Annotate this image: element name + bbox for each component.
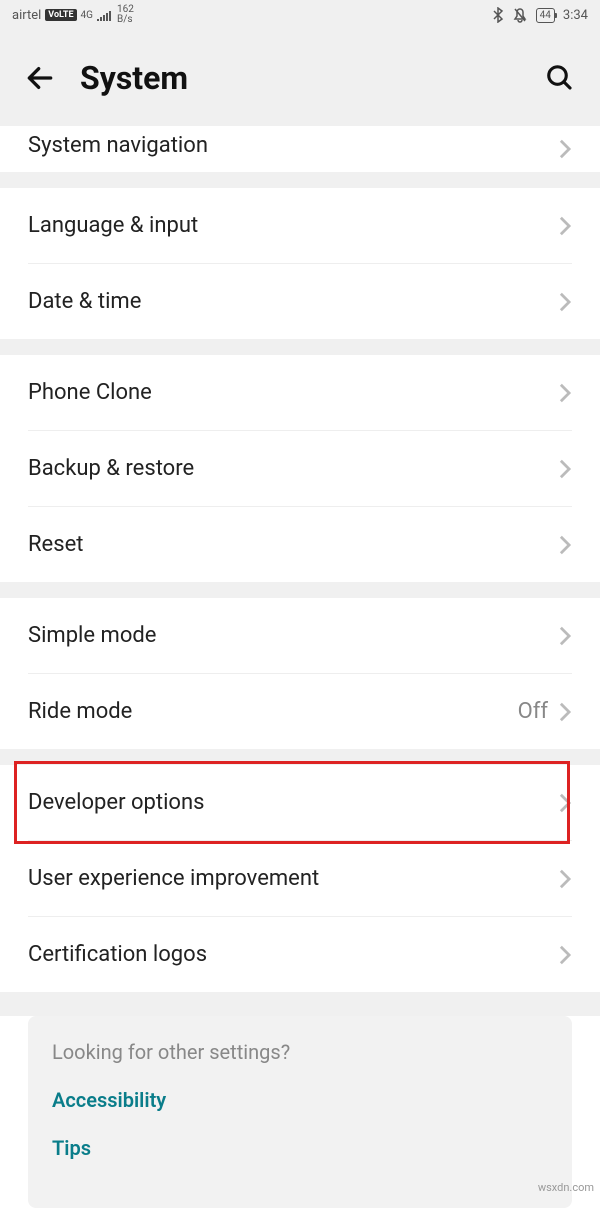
chevron-right-icon (558, 944, 572, 966)
row-label: Date & time (28, 289, 558, 314)
row-date-time[interactable]: Date & time (0, 264, 600, 339)
row-reset[interactable]: Reset (0, 507, 600, 582)
network-type: 4G (81, 10, 93, 21)
row-label: Reset (28, 532, 558, 557)
row-phone-clone[interactable]: Phone Clone (0, 355, 600, 430)
back-button[interactable] (20, 58, 60, 98)
row-label: Certification logos (28, 942, 558, 967)
settings-list: System navigation Language & input Date & … (0, 126, 600, 992)
row-simple-mode[interactable]: Simple mode (0, 598, 600, 673)
chevron-right-icon (558, 382, 572, 404)
chevron-right-icon (558, 868, 572, 890)
back-arrow-icon (24, 62, 56, 94)
chevron-right-icon (558, 625, 572, 647)
chevron-right-icon (558, 534, 572, 556)
watermark: wsxdn.com (538, 1181, 594, 1194)
clock: 3:34 (563, 8, 588, 23)
row-label: User experience improvement (28, 866, 558, 891)
row-certification-logos[interactable]: Certification logos (0, 917, 600, 992)
chevron-right-icon (558, 792, 572, 814)
chevron-right-icon (558, 138, 572, 160)
row-label: Backup & restore (28, 456, 558, 481)
volte-badge: VoLTE (45, 9, 76, 21)
row-label: Simple mode (28, 623, 558, 648)
carrier-label: airtel (12, 8, 41, 23)
row-user-experience-improvement[interactable]: User experience improvement (0, 841, 600, 916)
row-label: Developer options (28, 790, 558, 815)
footer-card: Looking for other settings? Accessibilit… (28, 1016, 572, 1208)
row-system-navigation[interactable]: System navigation (0, 126, 600, 172)
network-speed: 162 B/s (117, 5, 134, 25)
row-ride-mode[interactable]: Ride modeOff (0, 674, 600, 749)
chevron-right-icon (558, 458, 572, 480)
row-label: Phone Clone (28, 380, 558, 405)
row-developer-options[interactable]: Developer options (0, 765, 600, 840)
row-backup-restore[interactable]: Backup & restore (0, 431, 600, 506)
mute-icon (512, 7, 528, 23)
row-label: Ride mode (28, 699, 518, 724)
footer-prompt: Looking for other settings? (52, 1040, 548, 1064)
chevron-right-icon (558, 701, 572, 723)
signal-icon (97, 9, 113, 21)
chevron-right-icon (558, 215, 572, 237)
bluetooth-icon (492, 7, 504, 23)
page-header: System (0, 30, 600, 126)
page-title: System (80, 59, 520, 97)
chevron-right-icon (558, 291, 572, 313)
search-icon (545, 63, 575, 93)
battery-indicator: 44 (536, 8, 555, 23)
footer-link-tips[interactable]: Tips (52, 1136, 548, 1160)
footer-link-accessibility[interactable]: Accessibility (52, 1088, 548, 1112)
status-bar: airtel VoLTE 4G 162 B/s 44 3:34 (0, 0, 600, 30)
search-button[interactable] (540, 58, 580, 98)
row-value: Off (518, 699, 548, 724)
row-language-input[interactable]: Language & input (0, 188, 600, 263)
row-label: System navigation (28, 133, 558, 158)
row-label: Language & input (28, 213, 558, 238)
